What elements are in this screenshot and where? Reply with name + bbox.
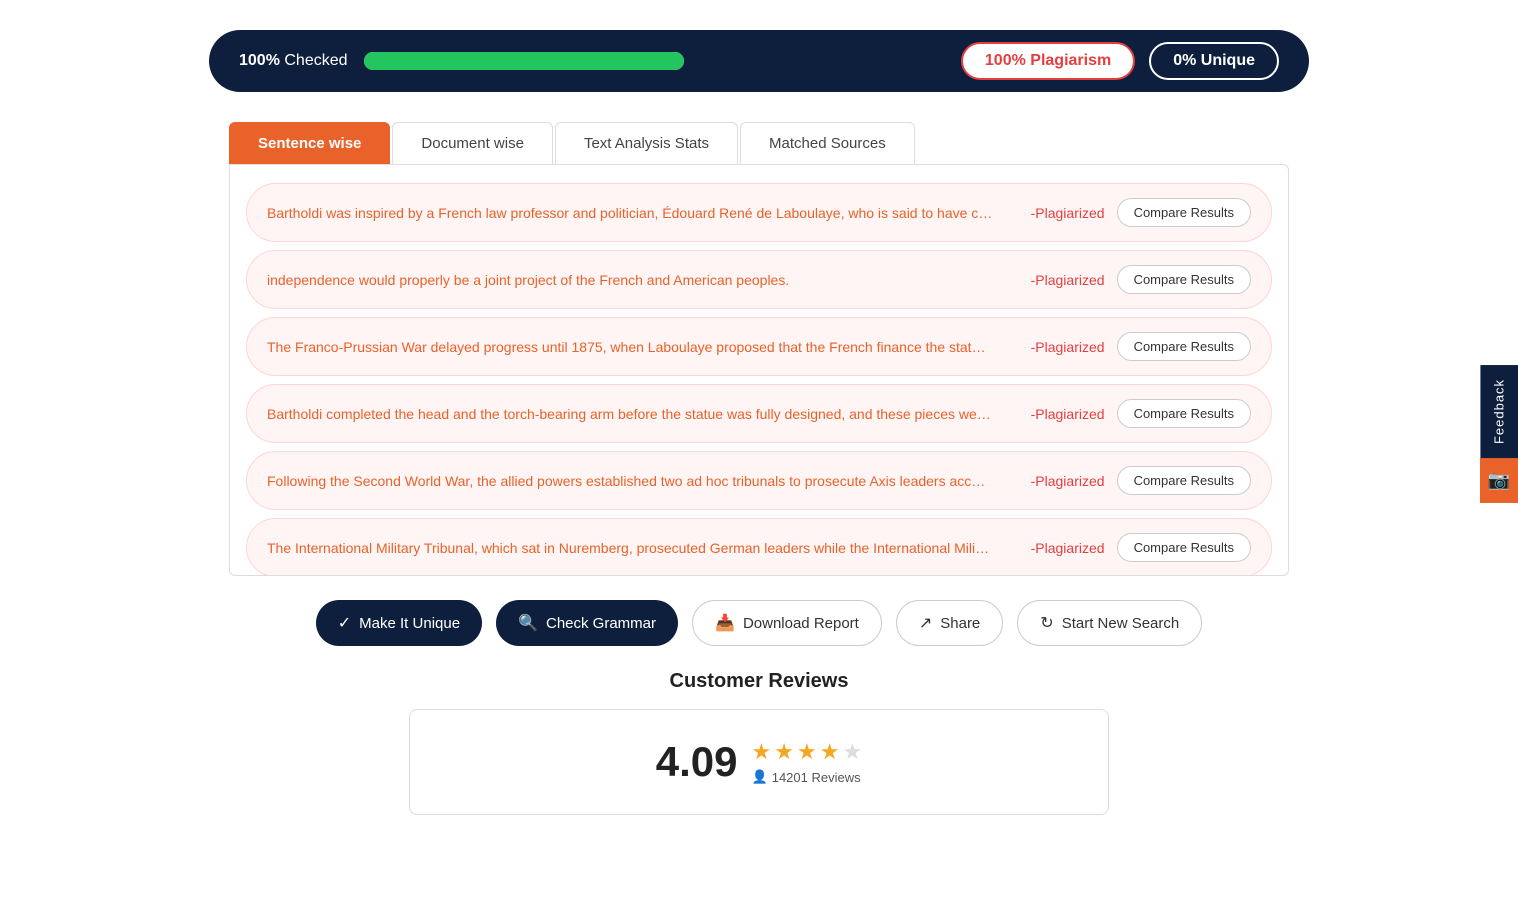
feedback-tab: Feedback 📷 bbox=[1480, 365, 1518, 503]
compare-results-button[interactable]: Compare Results bbox=[1117, 533, 1251, 562]
checked-text: Checked bbox=[284, 52, 347, 69]
results-panel: Bartholdi was inspired by a French law p… bbox=[229, 164, 1289, 576]
feedback-button[interactable]: Feedback bbox=[1480, 365, 1518, 458]
star-1: ★ bbox=[752, 739, 772, 765]
action-buttons: ✓ Make It Unique 🔍 Check Grammar 📥 Downl… bbox=[309, 600, 1209, 646]
result-badge: -Plagiarized bbox=[1005, 473, 1105, 489]
result-badge: -Plagiarized bbox=[1005, 272, 1105, 288]
stars-and-count: ★ ★ ★ ★ ★ 👤 14201 Reviews bbox=[752, 739, 863, 785]
result-badge: -Plagiarized bbox=[1005, 540, 1105, 556]
make-unique-icon: ✓ bbox=[338, 613, 351, 633]
user-icon: 👤 bbox=[752, 769, 768, 785]
progress-fill bbox=[364, 52, 684, 70]
download-report-label: Download Report bbox=[743, 615, 859, 632]
check-grammar-button[interactable]: 🔍 Check Grammar bbox=[496, 600, 678, 646]
share-button[interactable]: ↗ Share bbox=[896, 600, 1003, 646]
checked-pct: 100% bbox=[239, 52, 280, 69]
start-new-search-icon: ↻ bbox=[1040, 613, 1053, 633]
checked-section: 100% Checked bbox=[239, 52, 961, 70]
result-text: Bartholdi completed the head and the tor… bbox=[267, 406, 993, 422]
compare-results-button[interactable]: Compare Results bbox=[1117, 198, 1251, 227]
result-badge: -Plagiarized bbox=[1005, 339, 1105, 355]
compare-results-button[interactable]: Compare Results bbox=[1117, 466, 1251, 495]
compare-results-button[interactable]: Compare Results bbox=[1117, 332, 1251, 361]
top-bar: 100% Checked 100% Plagiarism 0% Unique bbox=[209, 30, 1309, 92]
reviews-section: Customer Reviews 4.09 ★ ★ ★ ★ ★ 👤 14201 … bbox=[409, 670, 1109, 815]
tab-sentence-wise[interactable]: Sentence wise bbox=[229, 122, 390, 164]
progress-bar bbox=[364, 52, 684, 70]
start-new-search-button[interactable]: ↻ Start New Search bbox=[1017, 600, 1202, 646]
compare-results-button[interactable]: Compare Results bbox=[1117, 399, 1251, 428]
result-text: The Franco-Prussian War delayed progress… bbox=[267, 339, 993, 355]
reviews-title: Customer Reviews bbox=[409, 670, 1109, 693]
star-4: ★ bbox=[820, 739, 840, 765]
result-row: The International Military Tribunal, whi… bbox=[246, 518, 1272, 575]
result-text: independence would properly be a joint p… bbox=[267, 272, 993, 288]
result-row: The Franco-Prussian War delayed progress… bbox=[246, 317, 1272, 376]
results-scroll[interactable]: Bartholdi was inspired by a French law p… bbox=[230, 165, 1288, 575]
check-grammar-icon: 🔍 bbox=[518, 613, 538, 633]
star-3: ★ bbox=[797, 739, 817, 765]
star-2: ★ bbox=[774, 739, 794, 765]
make-unique-button[interactable]: ✓ Make It Unique bbox=[316, 600, 482, 646]
share-label: Share bbox=[940, 615, 980, 632]
feedback-icon: 📷 bbox=[1488, 470, 1510, 491]
tab-document-wise[interactable]: Document wise bbox=[392, 122, 553, 164]
checked-label: 100% Checked bbox=[239, 52, 348, 70]
start-new-search-label: Start New Search bbox=[1062, 615, 1180, 632]
rating-number: 4.09 bbox=[656, 738, 738, 786]
download-report-button[interactable]: 📥 Download Report bbox=[692, 600, 882, 646]
review-count: 👤 14201 Reviews bbox=[752, 769, 861, 785]
download-icon: 📥 bbox=[715, 613, 735, 633]
result-badge: -Plagiarized bbox=[1005, 406, 1105, 422]
tab-text-analysis-stats[interactable]: Text Analysis Stats bbox=[555, 122, 738, 164]
rating-row: 4.09 ★ ★ ★ ★ ★ 👤 14201 Reviews bbox=[440, 738, 1078, 786]
unique-badge: 0% Unique bbox=[1149, 42, 1279, 80]
compare-results-button[interactable]: Compare Results bbox=[1117, 265, 1251, 294]
result-row: independence would properly be a joint p… bbox=[246, 250, 1272, 309]
tab-matched-sources[interactable]: Matched Sources bbox=[740, 122, 915, 164]
review-count-text: 14201 Reviews bbox=[772, 770, 861, 785]
plagiarism-badge: 100% Plagiarism bbox=[961, 42, 1135, 80]
result-row: Bartholdi completed the head and the tor… bbox=[246, 384, 1272, 443]
reviews-card: 4.09 ★ ★ ★ ★ ★ 👤 14201 Reviews bbox=[409, 709, 1109, 815]
result-text: Following the Second World War, the alli… bbox=[267, 473, 993, 489]
stars: ★ ★ ★ ★ ★ bbox=[752, 739, 863, 765]
share-icon: ↗ bbox=[919, 613, 932, 633]
star-5: ★ bbox=[842, 739, 862, 765]
result-text: Bartholdi was inspired by a French law p… bbox=[267, 205, 993, 221]
result-row: Bartholdi was inspired by a French law p… bbox=[246, 183, 1272, 242]
tabs-container: Sentence wise Document wise Text Analysi… bbox=[229, 122, 1289, 164]
check-grammar-label: Check Grammar bbox=[546, 615, 656, 632]
result-badge: -Plagiarized bbox=[1005, 205, 1105, 221]
feedback-icon-button[interactable]: 📷 bbox=[1480, 458, 1518, 503]
make-unique-label: Make It Unique bbox=[359, 615, 460, 632]
result-row: Following the Second World War, the alli… bbox=[246, 451, 1272, 510]
result-text: The International Military Tribunal, whi… bbox=[267, 540, 993, 556]
